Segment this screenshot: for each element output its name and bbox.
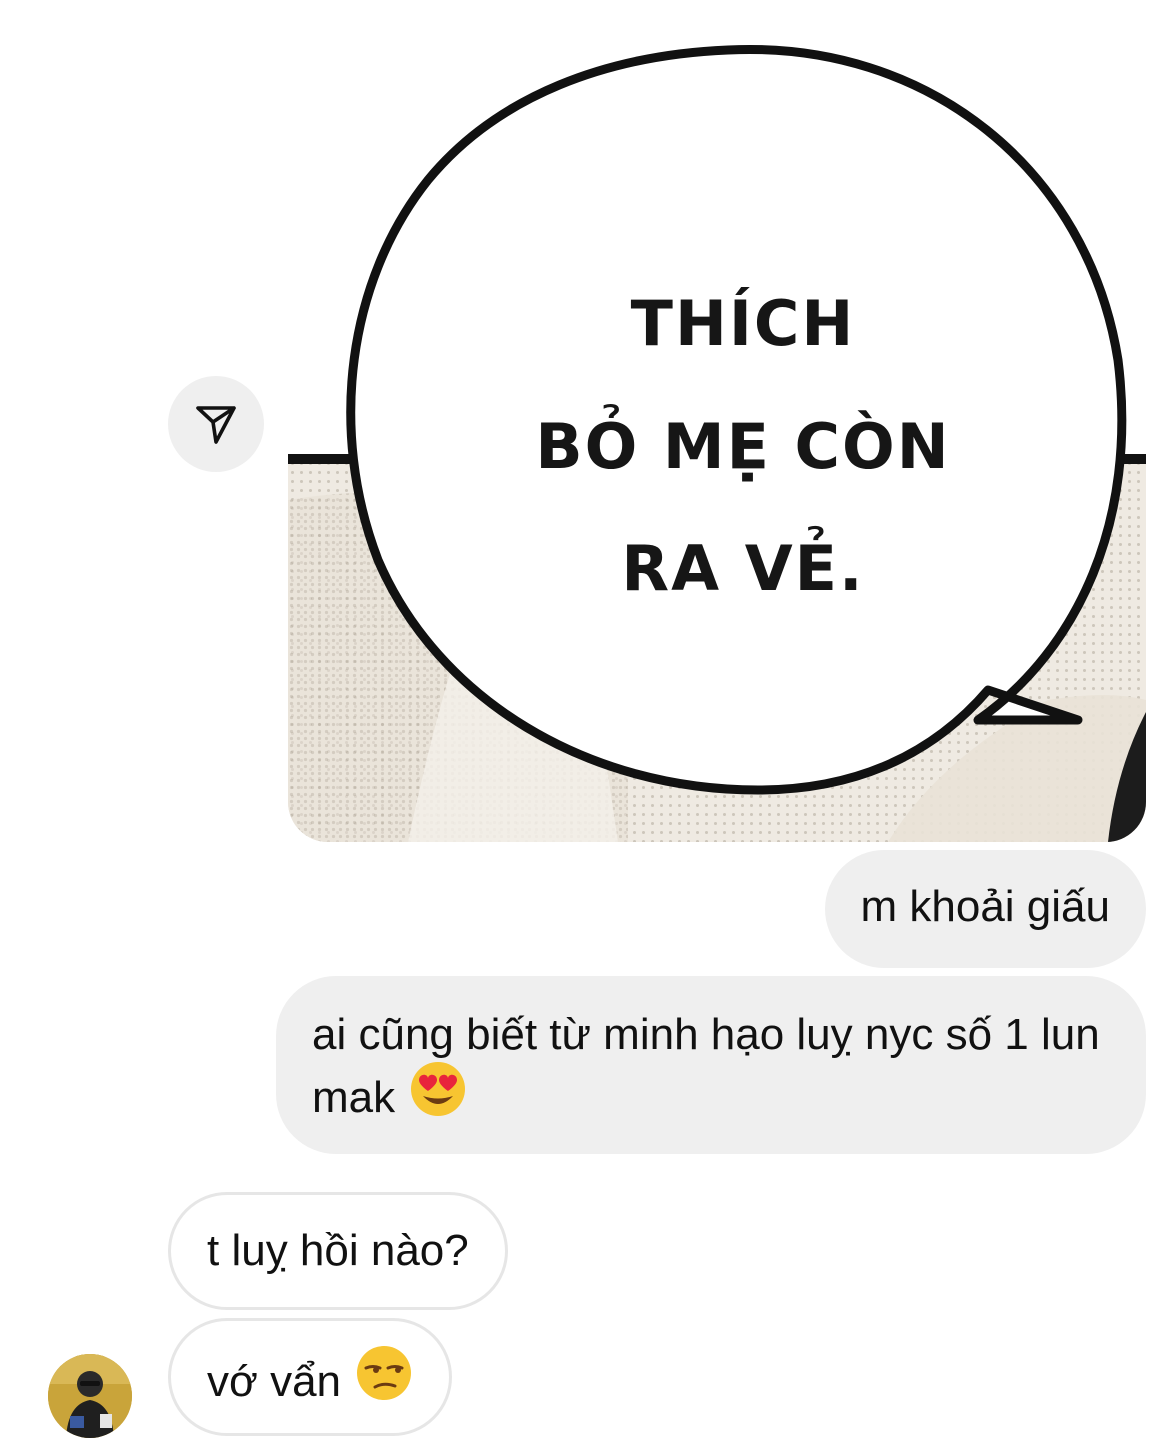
paper-plane-icon — [196, 406, 236, 444]
received-message-bubble[interactable]: vớ vẩn — [168, 1318, 453, 1436]
avatar[interactable] — [48, 1354, 132, 1438]
comic-panel-image: THÍCH BỎ MẸ CÒN RA VẺ. — [288, 0, 1146, 842]
message-text: t luỵ hồi nào? — [207, 1226, 469, 1275]
sent-message-bubble[interactable]: ai cũng biết từ minh hạo luỵ nyc số 1 lu… — [276, 976, 1146, 1154]
unamused-emoji-icon — [355, 1344, 413, 1417]
message-text: vớ vẩn — [207, 1357, 342, 1407]
received-message-bubble[interactable]: t luỵ hồi nào? — [168, 1192, 508, 1310]
sent-message-bubble[interactable]: m khoải giấu — [824, 850, 1146, 968]
avatar-image — [48, 1354, 132, 1438]
shared-image-message[interactable]: THÍCH BỎ MẸ CÒN RA VẺ. — [288, 0, 1146, 842]
bubble-line-1: THÍCH — [631, 287, 856, 360]
heart-eyes-emoji-icon — [409, 1060, 467, 1133]
chat-thread: THÍCH BỎ MẸ CÒN RA VẺ. m khoải giấu ai c… — [0, 0, 1170, 1439]
bubble-line-2: BỎ MẸ CÒN — [535, 404, 950, 483]
forward-button[interactable] — [168, 376, 264, 472]
bubble-line-3: RA VẺ. — [621, 525, 864, 605]
message-text: m khoải giấu — [860, 882, 1110, 931]
